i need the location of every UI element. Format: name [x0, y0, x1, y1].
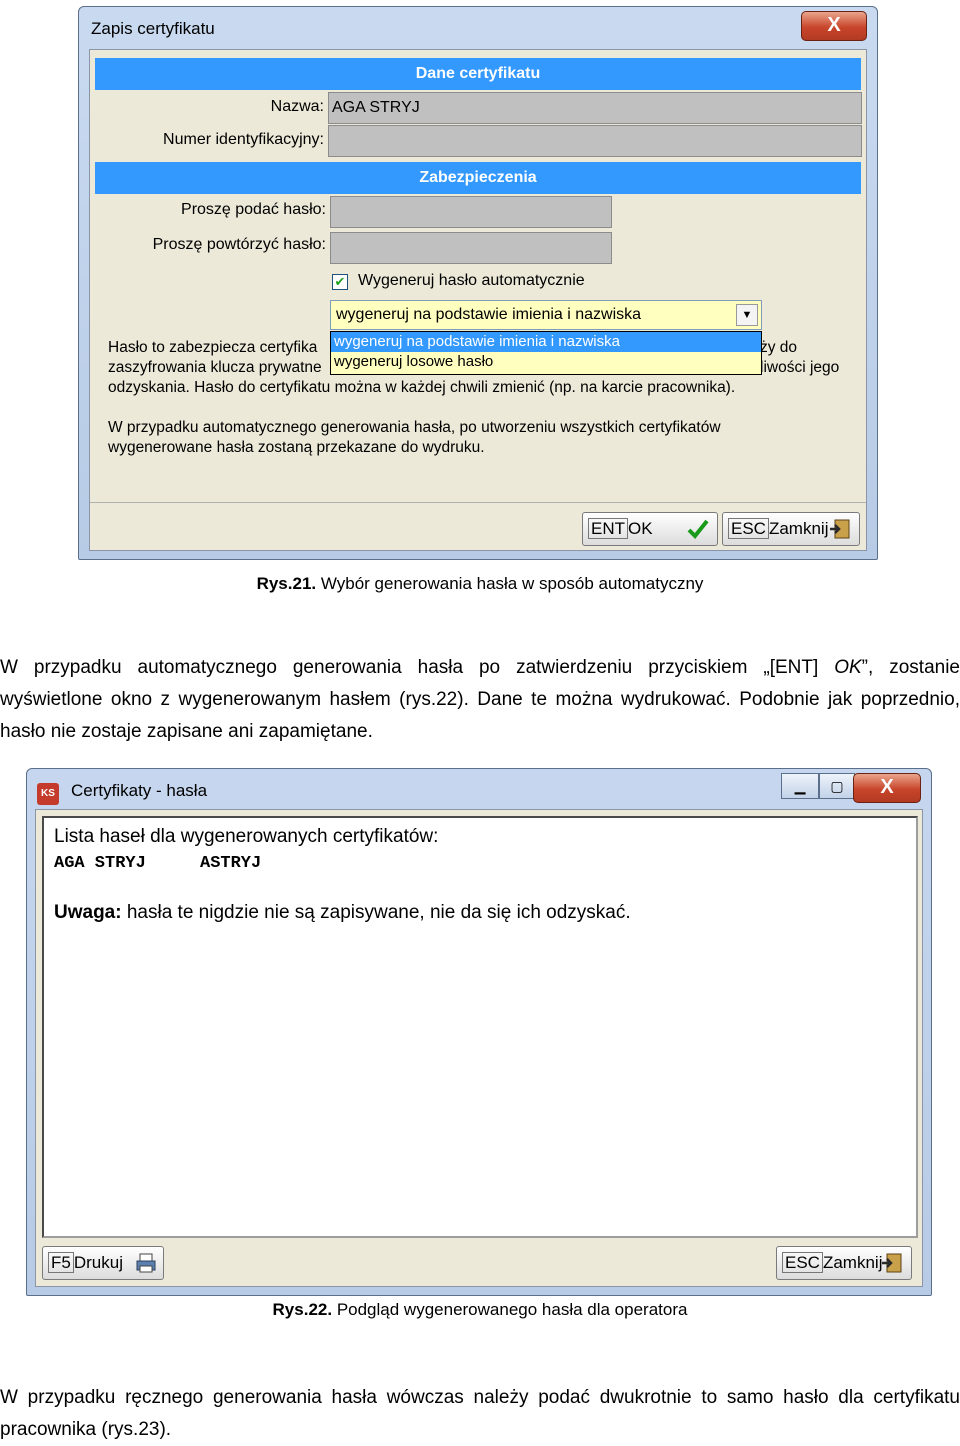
- exit-door-icon: [882, 1253, 902, 1273]
- figure-caption-21: Rys.21. Wybór generowania hasła w sposób…: [0, 574, 960, 594]
- exit-door-icon: [830, 519, 850, 539]
- generation-method-select[interactable]: wygeneruj na podstawie imienia i nazwisk…: [330, 300, 762, 330]
- close-button[interactable]: ESC Zamknij: [776, 1246, 912, 1280]
- ok-shortcut-key: ENT: [588, 518, 628, 539]
- caption-number: Rys.22.: [272, 1300, 333, 1319]
- cert-password: ASTRYJ: [200, 854, 262, 873]
- printer-icon: [136, 1253, 156, 1273]
- paragraph-auto-generation: W przypadku automatycznego generowania h…: [0, 652, 960, 748]
- window-title: Certyfikaty - hasła: [71, 781, 208, 800]
- paragraph-manual-generation: W przypadku ręcznego generowania hasła w…: [0, 1387, 960, 1440]
- auto-info-line2: wygenerowane hasła zostaną przekazane do…: [108, 439, 485, 456]
- passwords-text-area[interactable]: Lista haseł dla wygenerowanych certyfika…: [42, 816, 918, 1238]
- auto-generate-checkbox[interactable]: ✔: [332, 274, 348, 290]
- generation-method-value: wygeneruj na podstawie imienia i nazwisk…: [336, 306, 642, 323]
- password-repeat-field[interactable]: [330, 232, 612, 264]
- window-title: Zapis certyfikatu: [91, 19, 215, 38]
- section-header-certificate: Dane certyfikatu: [95, 58, 861, 90]
- close-button[interactable]: ESC Zamknij: [722, 512, 860, 546]
- paragraph-text-part1: W przypadku automatycznego generowania h…: [0, 657, 835, 678]
- dropdown-option-name-based[interactable]: wygeneruj na podstawie imienia i nazwisk…: [331, 332, 761, 352]
- close-shortcut-key: ESC: [782, 1252, 823, 1273]
- id-number-label: Numer identyfikacyjny:: [163, 131, 324, 148]
- print-button[interactable]: F5 Drukuj: [42, 1246, 164, 1280]
- checkmark-icon: [687, 519, 709, 539]
- chevron-down-icon[interactable]: ▼: [736, 304, 758, 326]
- info-line1-left: Hasło to zabezpiecza certyfika: [108, 339, 318, 356]
- warning-line: Uwaga: hasła te nigdzie nie są zapisywan…: [54, 902, 631, 924]
- warning-text: hasła te nigdzie nie są zapisywane, nie …: [121, 902, 631, 923]
- caption-number: Rys.21.: [256, 574, 317, 593]
- section-header-security: Zabezpieczenia: [95, 162, 861, 194]
- auto-generate-label: Wygeneruj hasło automatycznie: [358, 272, 585, 289]
- warning-label: Uwaga:: [54, 902, 122, 923]
- caption-text: Wybór generowania hasła w sposób automat…: [320, 574, 704, 593]
- ok-button[interactable]: ENT OK: [582, 512, 718, 546]
- paragraph-ok-italic: OK: [834, 657, 862, 678]
- close-button-label: Zamknij: [822, 1253, 883, 1272]
- id-number-field[interactable]: [328, 125, 862, 157]
- password-repeat-label: Proszę powtórzyć hasło:: [152, 236, 326, 253]
- close-button-label: Zamknij: [768, 519, 829, 538]
- info-line2-left: zaszyfrowania klucza prywatne: [108, 359, 322, 376]
- info-line2-right: liwości jego: [760, 359, 840, 376]
- maximize-button[interactable]: ▢: [819, 773, 855, 799]
- caption-text: Podgląd wygenerowanego hasła dla operato…: [336, 1300, 688, 1319]
- print-shortcut-key: F5: [48, 1252, 74, 1273]
- window-client-area: Dane certyfikatu Nazwa: AGA STRYJ Numer …: [89, 49, 867, 551]
- certificate-save-window: Zapis certyfikatu X Dane certyfikatu Naz…: [78, 6, 878, 560]
- name-label: Nazwa:: [270, 98, 324, 115]
- print-button-label: Drukuj: [73, 1253, 123, 1272]
- info-line1-right: ży do: [760, 339, 798, 356]
- figure-caption-22: Rys.22. Podgląd wygenerowanego hasła dla…: [0, 1300, 960, 1320]
- close-shortcut-key: ESC: [728, 518, 769, 539]
- cert-name: AGA STRYJ: [54, 854, 146, 873]
- generation-method-dropdown: wygeneruj na podstawie imienia i nazwisk…: [330, 331, 762, 375]
- password-label: Proszę podać hasło:: [181, 201, 326, 218]
- ok-button-label: OK: [628, 519, 653, 538]
- close-window-button[interactable]: X: [801, 11, 867, 41]
- divider: [90, 502, 866, 503]
- auto-info-line1: W przypadku automatycznego generowania h…: [108, 419, 721, 436]
- password-field[interactable]: [330, 196, 612, 228]
- minimize-button[interactable]: ▁: [781, 773, 819, 799]
- window-client-area: Lista haseł dla wygenerowanych certyfika…: [35, 809, 923, 1287]
- close-window-button[interactable]: X: [853, 773, 921, 803]
- app-icon: KS: [37, 783, 59, 805]
- info-line3: odzyskania. Hasło do certyfikatu można w…: [108, 379, 736, 396]
- dropdown-option-random[interactable]: wygeneruj losowe hasło: [331, 352, 761, 372]
- passwords-window: KS Certyfikaty - hasła ▁ ▢ X Lista haseł…: [26, 768, 932, 1296]
- name-field[interactable]: AGA STRYJ: [328, 92, 862, 124]
- list-header: Lista haseł dla wygenerowanych certyfika…: [54, 826, 439, 847]
